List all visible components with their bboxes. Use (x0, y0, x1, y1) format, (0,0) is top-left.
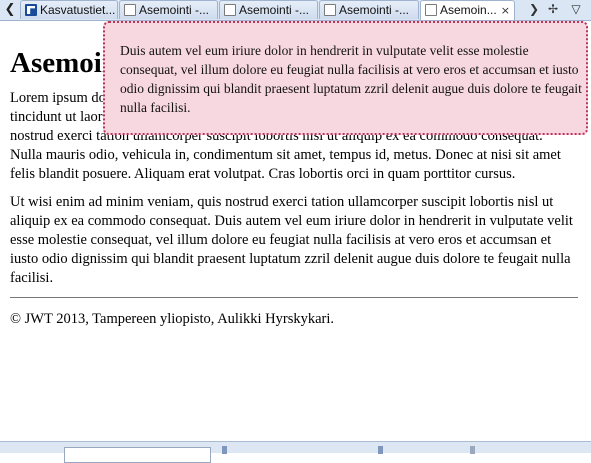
tab-kasvatustiet[interactable]: Kasvatustiet... (20, 0, 118, 19)
tab-label: Asemointi -... (339, 3, 410, 17)
match-case-checkbox[interactable] (470, 446, 475, 454)
tab-asemointi-2[interactable]: Asemointi -... (219, 0, 318, 19)
footer-text: © JWT 2013, Tampereen yliopisto, Aulikki… (10, 311, 334, 327)
popup-text: Duis autem vel eum iriure dolor in hendr… (120, 43, 582, 115)
scroll-tabs-back-icon[interactable]: ❮ (2, 1, 18, 18)
page-icon (224, 4, 236, 16)
new-tab-icon[interactable]: ✢ (545, 1, 561, 18)
tab-label: Kasvatustiet... (40, 3, 116, 17)
footer-divider (10, 297, 578, 298)
tab-list-menu-icon[interactable]: ▽ (568, 1, 584, 18)
tab-asemointi-active[interactable]: Asemoin... × (420, 0, 515, 20)
find-input[interactable] (64, 447, 211, 463)
tab-asemointi-3[interactable]: Asemointi -... (319, 0, 419, 19)
positioned-popup-box: Duis autem vel eum iriure dolor in hendr… (103, 21, 588, 135)
page-icon (324, 4, 336, 16)
tab-label: Asemoin... (440, 3, 497, 17)
tab-label: Asemointi -... (239, 3, 310, 17)
find-next-icon[interactable] (378, 446, 383, 454)
paragraph-2: Ut wisi enim ad minim veniam, quis nostr… (10, 194, 573, 286)
tab-strip: ❮ Kasvatustiet... Asemointi -... Asemoin… (0, 0, 591, 21)
page-icon (425, 4, 437, 16)
scroll-tabs-forward-icon[interactable]: ❯ (526, 1, 542, 18)
find-previous-icon[interactable] (222, 446, 227, 454)
tab-asemointi-1[interactable]: Asemointi -... (119, 0, 218, 19)
close-tab-icon[interactable]: × (501, 4, 510, 17)
tab-label: Asemointi -... (139, 3, 210, 17)
page-icon (124, 4, 136, 16)
vm-logo-icon (25, 4, 37, 16)
